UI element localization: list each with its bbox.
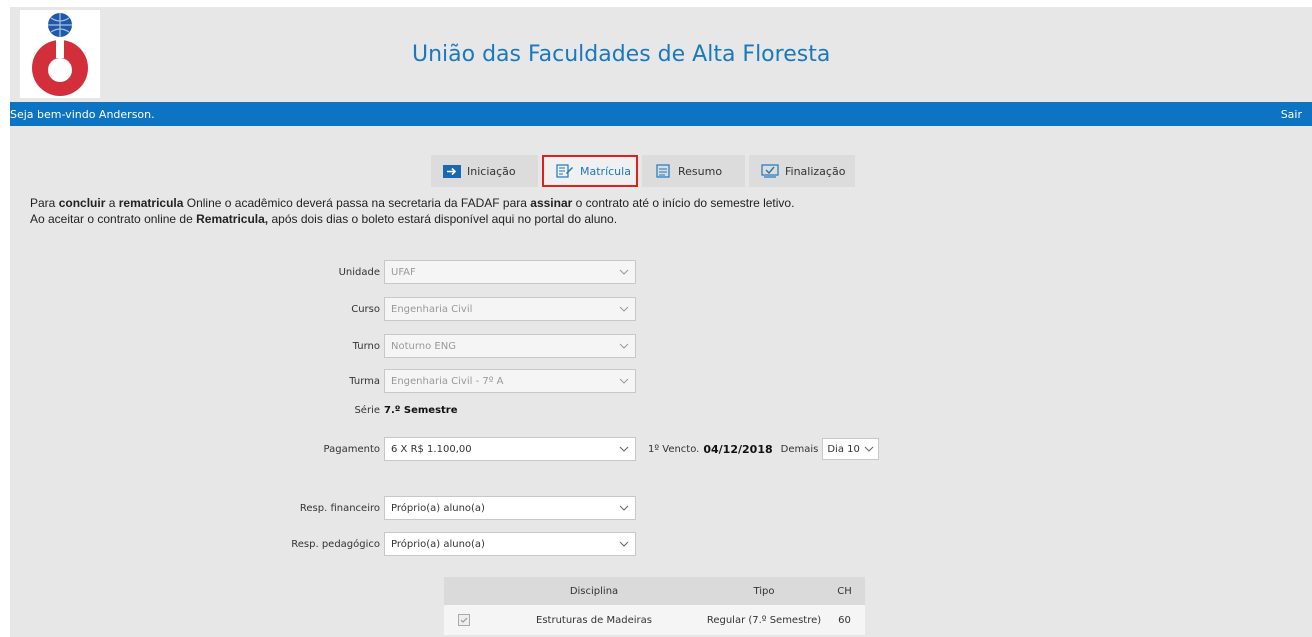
turma-select[interactable]: Engenharia Civil - 7º A — [384, 369, 636, 393]
demais-label: Demais — [780, 443, 819, 455]
cell-ch: 60 — [838, 614, 851, 626]
serie-row: Série 7.º Semestre — [260, 405, 458, 416]
disciplinas-table: Disciplina Tipo CH Estruturas de Madeira… — [444, 577, 865, 635]
resp-financeiro-select[interactable]: Próprio(a) aluno(a) — [384, 496, 636, 520]
notice-line-2: Ao aceitar o contrato online de Rematric… — [30, 212, 618, 226]
chevron-down-icon — [619, 304, 629, 314]
table-header: Disciplina Tipo CH — [444, 577, 865, 605]
resp-financeiro-row: Resp. financeiro Próprio(a) aluno(a) — [260, 496, 636, 520]
curso-select[interactable]: Engenharia Civil — [384, 297, 636, 321]
chevron-down-icon — [619, 376, 629, 386]
logout-link[interactable]: Sair — [1281, 108, 1302, 121]
welcome-text: Seja bem-vindo Anderson. — [10, 108, 155, 121]
rematricula-notice: Para concluir a rematricula Online o aca… — [30, 195, 794, 227]
unidade-select[interactable]: UFAF — [384, 260, 636, 284]
step-label: Matrícula — [580, 164, 631, 178]
resp-pedagogico-label: Resp. pedagógico — [291, 538, 380, 550]
curso-label: Curso — [351, 303, 380, 315]
table-row: Estruturas de Madeiras Regular (7.º Seme… — [444, 605, 865, 635]
step-label: Resumo — [678, 164, 723, 178]
resp-pedagogico-select[interactable]: Próprio(a) aluno(a) — [384, 532, 636, 556]
turma-label: Turma — [349, 375, 380, 387]
vencto-label: 1º Vencto. — [648, 443, 700, 455]
chevron-down-icon — [619, 444, 629, 454]
top-bar: Seja bem-vindo Anderson. Sair — [10, 102, 1312, 126]
chevron-down-icon — [864, 444, 874, 455]
edit-document-icon — [556, 164, 574, 178]
turno-row: Turno Noturno ENG — [260, 334, 636, 358]
column-header-disciplina: Disciplina — [569, 585, 619, 597]
pagamento-label: Pagamento — [323, 443, 380, 455]
column-header-tipo: Tipo — [753, 585, 775, 597]
step-label: Finalização — [785, 164, 846, 178]
step-iniciacao[interactable]: Iniciação — [431, 155, 538, 187]
wizard-steps: Iniciação Matrícula Resumo Finalização — [431, 155, 859, 187]
serie-value: 7.º Semestre — [384, 405, 458, 416]
cell-disciplina: Estruturas de Madeiras — [536, 614, 652, 626]
turma-row: Turma Engenharia Civil - 7º A — [260, 369, 636, 393]
demais-select[interactable]: Dia 10 — [822, 438, 879, 460]
notice-line-1: Para concluir a rematricula Online o aca… — [30, 196, 795, 210]
chevron-down-icon — [619, 503, 629, 513]
chevron-down-icon — [619, 341, 629, 351]
serie-label: Série — [354, 405, 380, 416]
vencto-value: 04/12/2018 — [703, 442, 773, 456]
monitor-check-icon — [761, 164, 779, 178]
step-matricula[interactable]: Matrícula — [542, 155, 638, 187]
pagamento-select[interactable]: 6 X R$ 1.100,00 — [384, 437, 636, 461]
cell-tipo: Regular (7.º Semestre) — [706, 614, 822, 626]
step-resumo[interactable]: Resumo — [642, 155, 745, 187]
row-checkbox[interactable] — [458, 614, 470, 626]
document-icon — [654, 164, 672, 178]
resp-pedagogico-row: Resp. pedagógico Próprio(a) aluno(a) — [260, 532, 636, 556]
chevron-down-icon — [619, 267, 629, 277]
unidade-row: Unidade UFAF — [260, 260, 636, 284]
curso-row: Curso Engenharia Civil — [260, 297, 636, 321]
institution-logo — [20, 10, 100, 98]
arrow-right-icon — [443, 164, 461, 178]
step-finalizacao[interactable]: Finalização — [749, 155, 855, 187]
pagamento-row: Pagamento 6 X R$ 1.100,00 1º Vencto. 04/… — [260, 437, 879, 461]
resp-financeiro-label: Resp. financeiro — [299, 502, 380, 514]
step-label: Iniciação — [467, 164, 516, 178]
column-header-ch: CH — [837, 585, 852, 597]
checkmark-icon — [460, 617, 468, 623]
site-title: União das Faculdades de Alta Floresta — [412, 42, 831, 67]
unidade-label: Unidade — [338, 266, 380, 278]
turno-label: Turno — [352, 340, 380, 352]
turno-select[interactable]: Noturno ENG — [384, 334, 636, 358]
chevron-down-icon — [619, 539, 629, 549]
